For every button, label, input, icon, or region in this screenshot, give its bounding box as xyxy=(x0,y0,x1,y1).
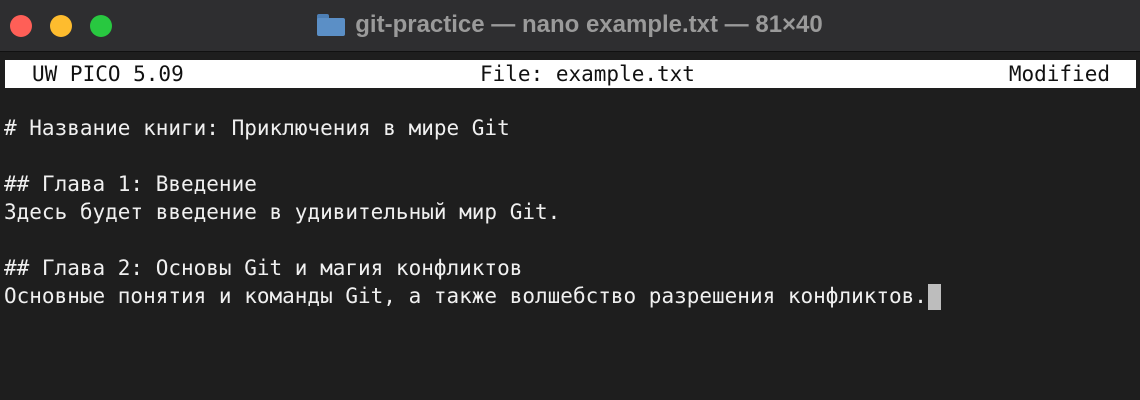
window-title-text: git-practice — nano example.txt — 81×40 xyxy=(355,11,823,38)
text-line[interactable] xyxy=(4,226,1140,254)
text-line[interactable]: ## Глава 1: Введение xyxy=(4,170,1140,198)
terminal-window: git-practice — nano example.txt — 81×40 … xyxy=(0,0,1140,400)
folder-icon xyxy=(317,14,346,36)
text-cursor xyxy=(927,284,941,310)
app-version-label: UW PICO 5.09 xyxy=(32,62,184,86)
text-buffer[interactable]: # Название книги: Приключения в мире Git… xyxy=(4,114,1140,310)
terminal-area[interactable]: UW PICO 5.09 File: example.txt Modified … xyxy=(0,52,1140,400)
modified-status-label: Modified xyxy=(1008,62,1110,86)
text-line-content: Основные понятия и команды Git, а также … xyxy=(4,284,927,308)
text-line[interactable]: # Название книги: Приключения в мире Git xyxy=(4,114,1140,142)
text-line[interactable]: ## Глава 2: Основы Git и магия конфликто… xyxy=(4,254,1140,282)
title-bar[interactable]: git-practice — nano example.txt — 81×40 xyxy=(0,0,1140,52)
nano-status-bar: UW PICO 5.09 File: example.txt Modified xyxy=(5,60,1136,88)
file-name-label: File: example.txt xyxy=(480,62,695,86)
text-line[interactable]: Здесь будет введение в удивительный мир … xyxy=(4,198,1140,226)
text-line[interactable] xyxy=(4,142,1140,170)
text-line-last[interactable]: Основные понятия и команды Git, а также … xyxy=(4,282,1140,310)
window-title: git-practice — nano example.txt — 81×40 xyxy=(0,0,1140,50)
